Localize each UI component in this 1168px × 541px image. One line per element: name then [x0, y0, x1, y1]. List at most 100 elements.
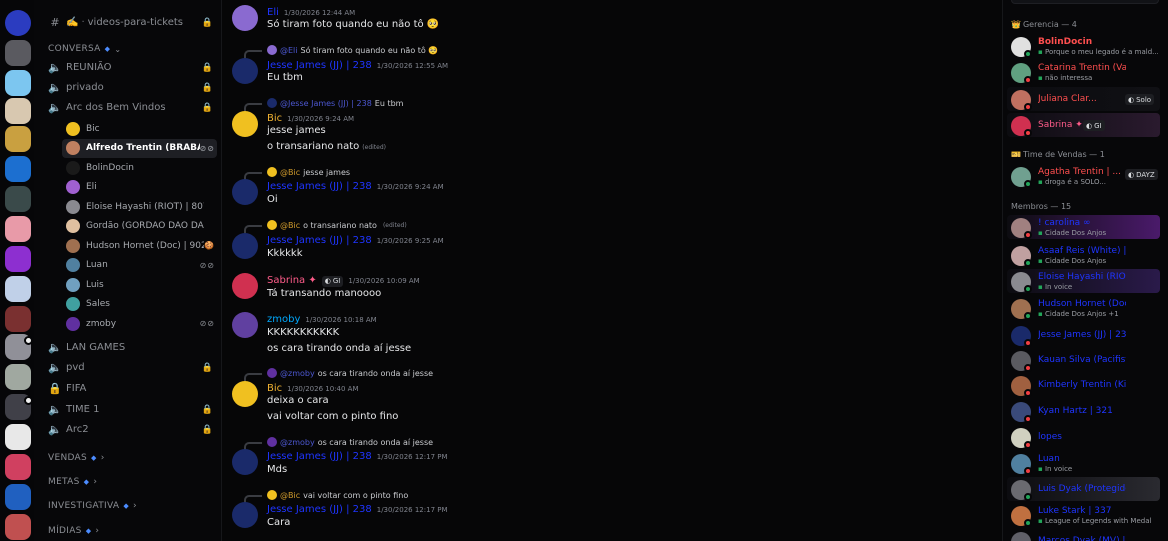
- category-vendas[interactable]: VENDAS ◆ ›: [48, 453, 105, 463]
- member-row[interactable]: Juliana Clar... ◐ Solo: [1007, 87, 1160, 111]
- server-icon[interactable]: [5, 186, 31, 212]
- voice-channel-fifa[interactable]: 🔒 FIFA: [44, 379, 213, 398]
- member-row[interactable]: ! carolina ∞ ▪ Cidade Dos Anjos: [1007, 215, 1160, 239]
- reply-preview[interactable]: @Jesse James (JJ) | 238 Eu tbm: [267, 98, 403, 108]
- member-row[interactable]: Kauan Silva (Pacifista) | 2...: [1007, 348, 1160, 372]
- avatar[interactable]: [232, 179, 258, 205]
- author-name[interactable]: zmoby: [267, 314, 300, 325]
- voice-channel-pvd[interactable]: 🔈 pvd 🔒: [44, 358, 213, 377]
- member-row[interactable]: BolinDocin ▪ Porque o meu legado é a mald…: [1007, 34, 1160, 58]
- avatar[interactable]: [232, 381, 258, 407]
- server-icon[interactable]: [5, 484, 31, 510]
- category-investigativa[interactable]: INVESTIGATIVA ◆ ›: [48, 501, 137, 511]
- author-name[interactable]: Bic: [267, 383, 282, 394]
- server-icon[interactable]: [5, 364, 31, 390]
- server-icon[interactable]: [5, 40, 31, 66]
- reply-preview[interactable]: @zmoby os cara tirando onda aí jesse: [267, 368, 433, 378]
- server-icon[interactable]: [5, 276, 31, 302]
- avatar[interactable]: [232, 449, 258, 475]
- avatar[interactable]: [232, 233, 258, 259]
- reply-preview[interactable]: @Bic o transariano nato (edited): [267, 220, 407, 230]
- server-icon[interactable]: [5, 424, 31, 450]
- server-icon[interactable]: [5, 246, 31, 272]
- reply-author[interactable]: @Bic: [280, 491, 300, 500]
- category-metas[interactable]: METAS ◆ ›: [48, 477, 97, 487]
- author-name[interactable]: Bic: [267, 113, 282, 124]
- reply-author[interactable]: @Bic: [280, 221, 300, 230]
- avatar[interactable]: [232, 273, 258, 299]
- member-row[interactable]: Kimberly Trentin (Kim) | 1...: [1007, 373, 1160, 397]
- voice-channel-0[interactable]: 🔈 REUNIÃO 🔒: [44, 58, 213, 77]
- member-row[interactable]: Hudson Hornet (Doc) | 902▪ Cidade Dos An…: [1007, 296, 1160, 320]
- member-search-box[interactable]: [1011, 0, 1159, 4]
- reply-author[interactable]: @Eli: [280, 46, 298, 55]
- author-name[interactable]: Jesse James (JJ) | 238: [267, 451, 372, 462]
- reply-author[interactable]: @zmoby: [280, 369, 315, 378]
- avatar[interactable]: [232, 312, 258, 338]
- avatar: [66, 258, 80, 272]
- server-icon[interactable]: [5, 126, 31, 152]
- reply-preview[interactable]: @zmoby os cara tirando onda aí jesse: [267, 437, 433, 447]
- member-row[interactable]: Ágatha Trentin | ... ◐ DAYZ ▪ droga é a SOL…: [1007, 164, 1160, 188]
- reply-author[interactable]: @Bic: [280, 168, 300, 177]
- channel-videos-para-tickets[interactable]: # ✍️ · videos-para-tickets 🔒: [44, 13, 213, 32]
- server-icon[interactable]: [5, 334, 33, 360]
- category-conversa[interactable]: CONVERSA ◆ ⌄: [48, 44, 121, 54]
- server-icon[interactable]: [5, 394, 33, 420]
- voice-user[interactable]: BolinDocin: [62, 158, 217, 177]
- category-mídias[interactable]: MÍDIAS ◆ ›: [48, 526, 99, 536]
- author-name[interactable]: Jesse James (JJ) | 238: [267, 235, 372, 246]
- member-activity: ▪ Porque o meu legado é a mald...: [1038, 48, 1158, 56]
- voice-user[interactable]: zmoby ⊘⊘: [62, 314, 217, 333]
- author-name[interactable]: Eli: [267, 7, 279, 18]
- member-row[interactable]: Luis Dyak (Protegido...: [1007, 477, 1160, 501]
- avatar[interactable]: [232, 5, 258, 31]
- server-icon[interactable]: [5, 10, 31, 36]
- author-name[interactable]: Jesse James (JJ) | 238: [267, 60, 372, 71]
- voice-channel-1[interactable]: 🔈 privado 🔒: [44, 78, 213, 97]
- voice-channel-lan-games[interactable]: 🔈 LAN GAMES: [44, 338, 213, 357]
- server-icon[interactable]: [5, 514, 31, 540]
- member-row[interactable]: Marcos Dyak (MV) | 3224: [1007, 529, 1160, 541]
- author-name[interactable]: Jesse James (JJ) | 238: [267, 181, 372, 192]
- server-icon[interactable]: [5, 454, 31, 480]
- voice-channel-2[interactable]: 🔈 Arc dos Bem Vindos 🔒: [44, 98, 213, 117]
- avatar: [66, 180, 80, 194]
- server-icon[interactable]: [5, 156, 31, 182]
- member-row[interactable]: Kyan Hartz | 321: [1007, 399, 1160, 423]
- member-row[interactable]: Luan ▪ In voice: [1007, 451, 1160, 475]
- author-name[interactable]: Sabrina ✦: [267, 275, 317, 286]
- voice-channel-time-1[interactable]: 🔈 TIME 1 🔒: [44, 400, 213, 419]
- avatar: [66, 199, 80, 214]
- avatar[interactable]: [232, 58, 258, 84]
- member-row[interactable]: Luke Stark | 337 ▪ League of Legends with…: [1007, 503, 1160, 527]
- author-name[interactable]: Jesse James (JJ) | 238: [267, 504, 372, 515]
- voice-user[interactable]: Gordão (GORDÃO DÃO DÃO) | 1193: [62, 217, 217, 236]
- server-icon[interactable]: [5, 98, 31, 124]
- reply-author[interactable]: @zmoby: [280, 438, 315, 447]
- reply-preview[interactable]: @Bic vai voltar com o pinto fino: [267, 490, 408, 500]
- voice-user[interactable]: Bic: [62, 119, 217, 138]
- member-row[interactable]: Eloise Hayashi (RIO... ▪ In voice: [1007, 269, 1160, 293]
- voice-channel-arc2[interactable]: 🔈 Arc2 🔒: [44, 420, 213, 439]
- avatar[interactable]: [232, 111, 258, 137]
- voice-user[interactable]: Sales: [62, 295, 217, 314]
- reply-preview[interactable]: @Bic jesse james: [267, 167, 350, 177]
- server-icon[interactable]: [5, 70, 31, 96]
- server-icon[interactable]: [5, 306, 31, 332]
- voice-user[interactable]: Luan ⊘⊘: [62, 256, 217, 275]
- voice-user[interactable]: Eloise Hayashi (RIOT) | 807: [62, 197, 217, 216]
- voice-user[interactable]: Eli: [62, 178, 217, 197]
- member-row[interactable]: lopes: [1007, 425, 1160, 449]
- reply-author[interactable]: @Jesse James (JJ) | 238: [280, 99, 372, 108]
- avatar[interactable]: [232, 502, 258, 528]
- member-row[interactable]: Catarina Trentin (Vamp) | ...▪ não inter…: [1007, 60, 1160, 84]
- member-row[interactable]: Sabrina ✦ ◐ GI: [1007, 113, 1160, 137]
- server-icon[interactable]: [5, 216, 31, 242]
- member-row[interactable]: Jesse James (JJ) | 238: [1007, 323, 1160, 347]
- voice-user[interactable]: Hudson Hornet (Doc) | 902 🍪: [62, 236, 217, 255]
- member-row[interactable]: Asaaf Reis (White) | 1485▪ Cidade Dos An…: [1007, 243, 1160, 267]
- reply-preview[interactable]: @Eli Só tiram foto quando eu não tô 🥺: [267, 45, 438, 55]
- voice-user[interactable]: Luis: [62, 275, 217, 294]
- voice-user[interactable]: Alfredo Trentin (BRABÃO...⊘⊘: [62, 138, 217, 158]
